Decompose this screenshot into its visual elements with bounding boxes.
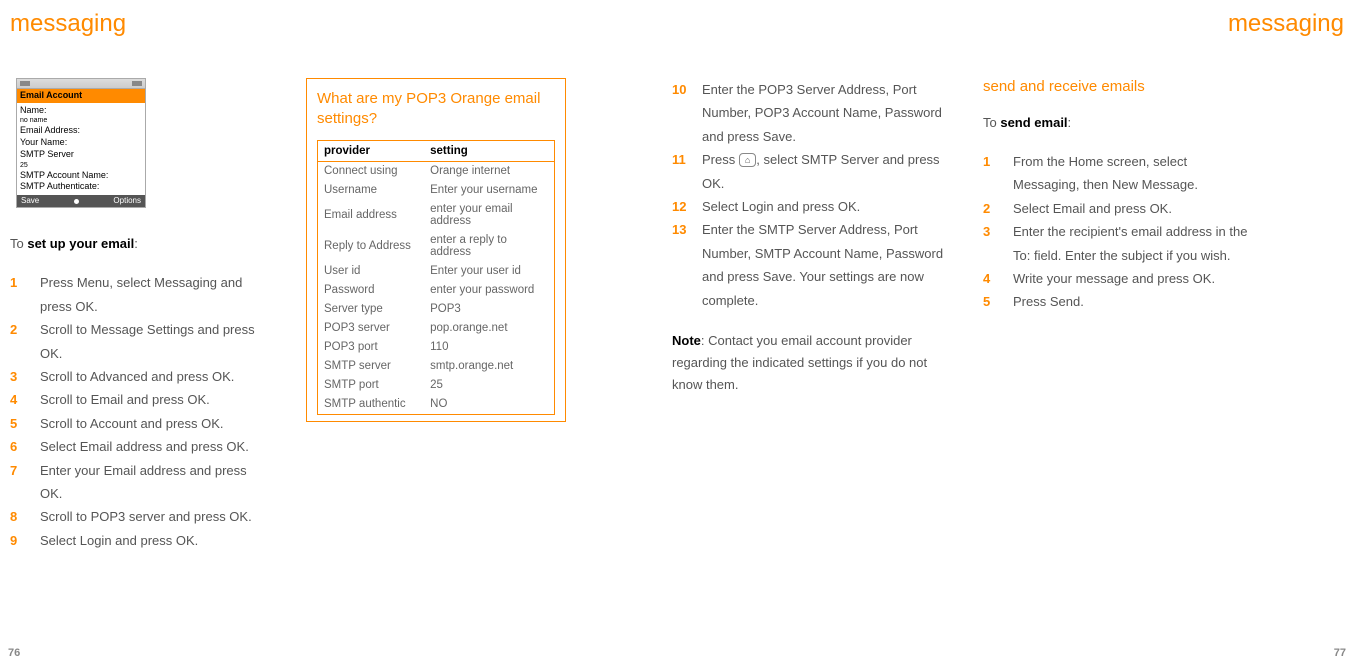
softkey-center-icon [74,199,79,204]
phone-title: Email Account [17,89,145,103]
softkey-options: Options [113,196,141,206]
list-item: 3Enter the recipient's email address in … [983,220,1248,267]
table-row: Connect usingOrange internet [318,161,555,181]
setup-lead: To set up your email: [10,236,270,251]
list-item: 10Enter the POP3 Server Address, Port Nu… [672,78,947,148]
send-receive-heading: send and receive emails [983,78,1248,95]
list-item: 11Press ⌂, select SMTP Server and press … [672,148,947,195]
table-header-setting: setting [424,140,554,161]
page-title-right: messaging [1228,10,1344,38]
phone-row: SMTP Account Name: [20,170,142,182]
send-lead: To send email: [983,115,1248,130]
phone-row: SMTP Server [20,149,142,161]
table-row: Email addressenter your email address [318,200,555,231]
table-row: SMTP serversmtp.orange.net [318,357,555,376]
list-item: 2Scroll to Message Settings and press OK… [10,318,270,365]
list-item: 5Press Send. [983,290,1248,313]
phone-status-bar [17,79,145,89]
table-header-provider: provider [318,140,425,161]
page-number-left: 76 [8,647,20,659]
table-row: Passwordenter your password [318,281,555,300]
phone-body: Name: no name Email Address: Your Name: … [17,103,145,195]
menu-key-icon: ⌂ [739,153,756,167]
table-row: POP3 port110 [318,338,555,357]
table-row: User idEnter your user id [318,262,555,281]
list-item: 4Write your message and press OK. [983,267,1248,290]
phone-row: Name: [20,105,142,117]
table-row: Server typePOP3 [318,300,555,319]
send-steps: 1From the Home screen, select Messaging,… [983,150,1248,314]
note: Note: Contact you email account provider… [672,330,947,396]
phone-row: Your Name: [20,137,142,149]
phone-mock: Email Account Name: no name Email Addres… [16,78,146,208]
list-item: 1Press Menu, select Messaging and press … [10,271,270,318]
table-row: POP3 serverpop.orange.net [318,319,555,338]
list-item: 5Scroll to Account and press OK. [10,412,270,435]
table-row: UsernameEnter your username [318,181,555,200]
phone-row: no name [20,116,142,125]
list-item: 1From the Home screen, select Messaging,… [983,150,1248,197]
column-1: Email Account Name: no name Email Addres… [10,78,270,552]
list-item: 7Enter your Email address and press OK. [10,459,270,506]
list-item: 8Scroll to POP3 server and press OK. [10,505,270,528]
settings-box: What are my POP3 Orange email settings? … [306,78,566,422]
setup-steps: 1Press Menu, select Messaging and press … [10,271,270,552]
phone-row: Email Address: [20,125,142,137]
phone-row: SMTP Authenticate: [20,181,142,193]
softkey-save: Save [21,196,39,206]
column-4: send and receive emails To send email: 1… [983,78,1248,314]
phone-row: 25 [20,161,142,170]
settings-box-title: What are my POP3 Orange email settings? [317,89,555,130]
list-item: 2Select Email and press OK. [983,197,1248,220]
column-3: 10Enter the POP3 Server Address, Port Nu… [672,78,947,396]
page-number-right: 77 [1334,647,1346,659]
list-item: 13Enter the SMTP Server Address, Port Nu… [672,218,947,312]
table-row: SMTP authenticNO [318,395,555,415]
table-row: SMTP port25 [318,376,555,395]
table-row: Reply to Addressenter a reply to address [318,231,555,262]
list-item: 12Select Login and press OK. [672,195,947,218]
setup-steps-continued: 10Enter the POP3 Server Address, Port Nu… [672,78,947,312]
page-title-left: messaging [10,10,126,38]
list-item: 6Select Email address and press OK. [10,435,270,458]
column-2: What are my POP3 Orange email settings? … [306,78,566,422]
phone-softkeys: Save Options [17,195,145,207]
settings-table: provider setting Connect usingOrange int… [317,140,555,415]
list-item: 3Scroll to Advanced and press OK. [10,365,270,388]
list-item: 9Select Login and press OK. [10,529,270,552]
list-item: 4Scroll to Email and press OK. [10,388,270,411]
